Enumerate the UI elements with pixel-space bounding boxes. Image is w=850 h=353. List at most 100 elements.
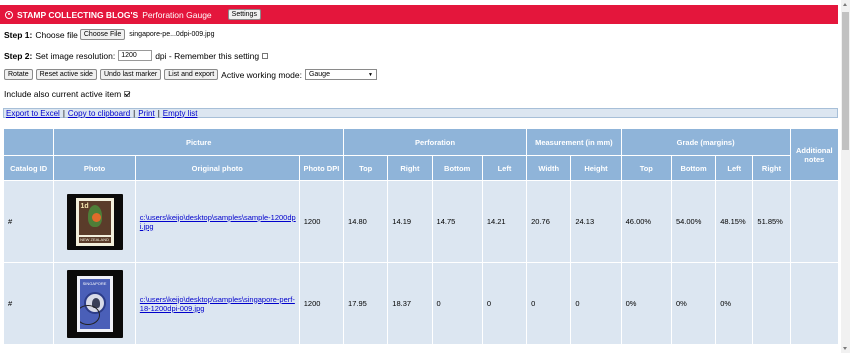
header-original-photo: Original photo <box>135 156 299 180</box>
step1-row: Step 1: Choose file Choose File singapor… <box>4 29 214 40</box>
cell-grade-top: 0% <box>621 263 671 344</box>
stamp-thumbnail[interactable]: SINGAPORE <box>66 269 123 338</box>
cell-grade-right: 51.85% <box>753 181 790 262</box>
header-group-perforation: Perforation <box>344 129 527 155</box>
app-subtitle: Perforation Gauge <box>142 9 212 20</box>
header-photo-dpi: Photo DPI <box>299 156 344 180</box>
scroll-down-arrow-icon[interactable] <box>843 347 847 350</box>
header-perf-right: Right <box>388 156 432 180</box>
step1-label: Step 1: <box>4 29 33 40</box>
cell-notes[interactable] <box>790 181 838 262</box>
page-scrollbar[interactable] <box>841 0 850 353</box>
cell-perf-top: 14.80 <box>344 181 388 262</box>
header-group-picture: Picture <box>54 129 344 155</box>
scrollbar-thumb[interactable] <box>842 12 849 150</box>
header-grade-bottom: Bottom <box>671 156 716 180</box>
cell-grade-right <box>753 263 790 344</box>
resolution-unit-text: dpi - Remember this setting <box>155 50 260 61</box>
chevron-down-icon: ▼ <box>368 71 373 78</box>
header-grade-right: Right <box>753 156 790 180</box>
app-header-bar: STAMP COLLECTING BLOG'S Perforation Gaug… <box>0 5 838 24</box>
header-width: Width <box>527 156 571 180</box>
cell-grade-top: 46.00% <box>621 181 671 262</box>
link-separator: | <box>62 108 65 118</box>
table-row: # SINGAPORE c:\users\keijo\desktop\sampl… <box>4 263 838 344</box>
cell-perf-left: 0 <box>482 263 527 344</box>
cell-height: 24.13 <box>571 181 621 262</box>
stamp-list-table: Picture Perforation Measurement (in mm) … <box>3 128 839 345</box>
header-perf-bottom: Bottom <box>432 156 482 180</box>
app-brand: STAMP COLLECTING BLOG'S <box>17 9 139 20</box>
include-active-label: Include also current active item <box>4 89 122 99</box>
cell-photo: 1d NEW ZEALAND <box>54 181 135 262</box>
table-row: # 1d NEW ZEALAND c:\users\keijo\desktop\… <box>4 181 838 262</box>
include-active-row: Include also current active item <box>4 89 131 99</box>
stamp-thumbnail[interactable]: 1d NEW ZEALAND <box>66 193 123 250</box>
rotate-button[interactable]: Rotate <box>4 69 33 80</box>
step2-label: Step 2: <box>4 50 33 61</box>
cell-notes[interactable] <box>790 263 838 344</box>
header-spacer <box>4 129 54 155</box>
stamp-face-value: 1d <box>80 202 89 210</box>
cell-perf-top: 17.95 <box>344 263 388 344</box>
copy-clipboard-link[interactable]: Copy to clipboard <box>68 109 130 118</box>
cell-photo-dpi: 1200 <box>299 181 344 262</box>
undo-last-marker-button[interactable]: Undo last marker <box>99 69 162 80</box>
cell-original-photo: c:\users\keijo\desktop\samples\sample-12… <box>135 181 299 262</box>
header-perf-left: Left <box>482 156 527 180</box>
export-excel-link[interactable]: Export to Excel <box>6 109 60 118</box>
cell-perf-right: 18.37 <box>388 263 432 344</box>
header-group-measurement: Measurement (in mm) <box>527 129 621 155</box>
cell-perf-left: 14.21 <box>482 181 527 262</box>
cell-grade-left: 48.15% <box>716 181 753 262</box>
cell-grade-bottom: 0% <box>671 263 716 344</box>
header-perf-top: Top <box>344 156 388 180</box>
list-and-export-button[interactable]: List and export <box>164 69 219 80</box>
remember-setting-checkbox[interactable] <box>262 52 269 59</box>
resolution-input[interactable] <box>118 50 153 61</box>
toolbar: Rotate Reset active side Undo last marke… <box>4 69 377 80</box>
cell-photo: SINGAPORE <box>54 263 135 344</box>
cell-grade-left: 0% <box>716 263 753 344</box>
link-separator: | <box>133 108 136 118</box>
reset-active-side-button[interactable]: Reset active side <box>35 69 97 80</box>
header-photo: Photo <box>54 156 135 180</box>
original-photo-link[interactable]: c:\users\keijo\desktop\samples\singapore… <box>140 295 295 313</box>
original-photo-link[interactable]: c:\users\keijo\desktop\samples\sample-12… <box>140 213 296 231</box>
header-additional-notes: Additional notes <box>790 129 838 180</box>
cell-grade-bottom: 54.00% <box>671 181 716 262</box>
step2-row: Step 2: Set image resolution: dpi - Reme… <box>4 50 269 61</box>
selected-filename: singapore-pe...0dpi-009.jpg <box>129 31 215 38</box>
header-grade-left: Left <box>716 156 753 180</box>
working-mode-select[interactable]: Gauge ▼ <box>304 69 377 80</box>
cell-photo-dpi: 1200 <box>299 263 344 344</box>
cell-height: 0 <box>571 263 621 344</box>
cell-width: 20.76 <box>527 181 571 262</box>
stamp-country-text: NEW ZEALAND <box>78 236 111 243</box>
cell-perf-bottom: 14.75 <box>432 181 482 262</box>
header-catalog-id: Catalog ID <box>4 156 54 180</box>
link-separator: | <box>157 108 160 118</box>
stamp-logo-icon <box>5 10 13 19</box>
header-group-grade: Grade (margins) <box>621 129 790 155</box>
header-height: Height <box>571 156 621 180</box>
include-active-checkbox[interactable] <box>124 91 131 97</box>
stamp-country-text: SINGAPORE <box>82 280 107 286</box>
cell-width: 0 <box>527 263 571 344</box>
cell-catalog-id: # <box>4 263 54 344</box>
header-grade-top: Top <box>621 156 671 180</box>
empty-list-link[interactable]: Empty list <box>163 109 198 118</box>
cell-perf-bottom: 0 <box>432 263 482 344</box>
working-mode-value: Gauge <box>308 71 330 78</box>
export-links-bar: Export to Excel | Copy to clipboard | Pr… <box>3 108 838 118</box>
step2-text: Set image resolution: <box>35 50 116 61</box>
cell-original-photo: c:\users\keijo\desktop\samples\singapore… <box>135 263 299 344</box>
choose-file-button[interactable]: Choose File <box>79 29 126 40</box>
settings-button[interactable]: Settings <box>227 9 261 20</box>
cell-catalog-id: # <box>4 181 54 262</box>
print-link[interactable]: Print <box>138 109 154 118</box>
working-mode-label: Active working mode: <box>221 69 302 80</box>
cell-perf-right: 14.19 <box>388 181 432 262</box>
scroll-up-arrow-icon[interactable] <box>843 3 847 6</box>
step1-text: Choose file <box>35 29 78 40</box>
